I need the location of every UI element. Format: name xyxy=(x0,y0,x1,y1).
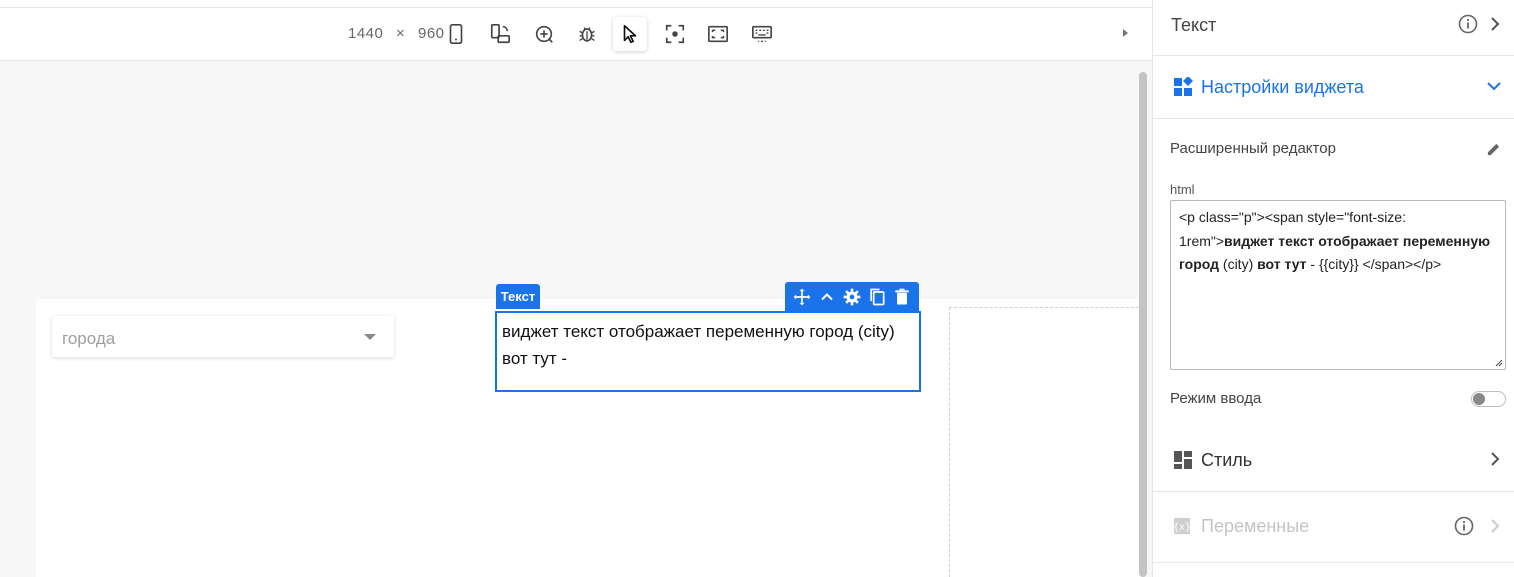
svg-text:{x}: {x} xyxy=(1173,522,1191,533)
widgets-icon xyxy=(1174,77,1193,96)
chevron-down-icon[interactable] xyxy=(1487,81,1501,91)
focus-icon[interactable] xyxy=(658,17,692,51)
style-title: Стиль xyxy=(1201,450,1253,470)
chevron-right-icon[interactable] xyxy=(1490,452,1500,466)
keyboard-icon[interactable] xyxy=(745,17,779,51)
info-icon[interactable] xyxy=(1454,516,1474,536)
viewport-width: 1440 xyxy=(348,25,384,42)
widget-settings-section[interactable]: Настройки виджета xyxy=(1153,56,1514,119)
widget-toolbar xyxy=(785,282,919,311)
phone-icon[interactable] xyxy=(439,17,473,51)
trash-icon[interactable] xyxy=(892,287,912,307)
caret-down-icon xyxy=(364,334,376,340)
html-code-bold-2: вот тут xyxy=(1257,256,1307,272)
bug-icon[interactable] xyxy=(570,17,604,51)
viewport-dimensions: 1440 × 960 xyxy=(344,25,449,42)
top-strip xyxy=(0,0,1152,8)
fullscreen-icon[interactable] xyxy=(701,17,735,51)
zoom-in-icon[interactable] xyxy=(527,17,561,51)
copy-icon[interactable] xyxy=(867,287,887,307)
resize-handle-icon[interactable] xyxy=(1493,357,1503,367)
input-mode-toggle[interactable] xyxy=(1471,391,1506,407)
style-section[interactable]: Стиль xyxy=(1153,428,1514,492)
chevron-right-icon[interactable] xyxy=(1490,17,1500,31)
chevron-up-icon[interactable] xyxy=(817,287,837,307)
rotate-device-icon[interactable] xyxy=(483,17,517,51)
canvas-scrollbar[interactable] xyxy=(1139,72,1147,577)
variables-icon: {x} xyxy=(1173,517,1191,535)
gear-icon[interactable] xyxy=(842,287,862,307)
move-icon[interactable] xyxy=(792,287,812,307)
variables-section[interactable]: {x} Переменные xyxy=(1153,492,1514,563)
chevron-right-icon[interactable] xyxy=(1490,519,1500,533)
text-widget[interactable]: виджет текст отображает переменную город… xyxy=(495,311,921,392)
empty-column-placeholder[interactable] xyxy=(949,307,1144,577)
info-icon[interactable] xyxy=(1458,14,1478,34)
city-select[interactable]: города xyxy=(52,316,394,357)
dashboard-icon xyxy=(1174,451,1192,469)
widget-type-tag: Текст xyxy=(496,284,540,309)
viewport-toolbar: 1440 × 960 xyxy=(0,8,1152,61)
widget-settings-title: Настройки виджета xyxy=(1201,77,1364,97)
dimension-separator: × xyxy=(396,25,406,42)
cursor-icon[interactable] xyxy=(613,17,647,51)
html-code-close: - {{city}} </span></p> xyxy=(1306,256,1442,272)
html-field-label: html xyxy=(1170,182,1195,197)
html-code-middle: (city) xyxy=(1219,256,1258,272)
html-editor[interactable]: <p class="p"><span style="font-size: 1re… xyxy=(1170,200,1506,370)
panel-header: Текст xyxy=(1153,0,1514,56)
collapse-arrow-icon[interactable] xyxy=(1120,26,1132,40)
toggle-knob xyxy=(1473,393,1485,405)
advanced-editor-label: Расширенный редактор xyxy=(1170,140,1336,157)
variables-title: Переменные xyxy=(1201,516,1310,536)
city-select-value: города xyxy=(62,329,116,348)
input-mode-label: Режим ввода xyxy=(1170,390,1262,407)
panel-header-title: Текст xyxy=(1171,15,1217,35)
pencil-icon[interactable] xyxy=(1486,142,1501,157)
